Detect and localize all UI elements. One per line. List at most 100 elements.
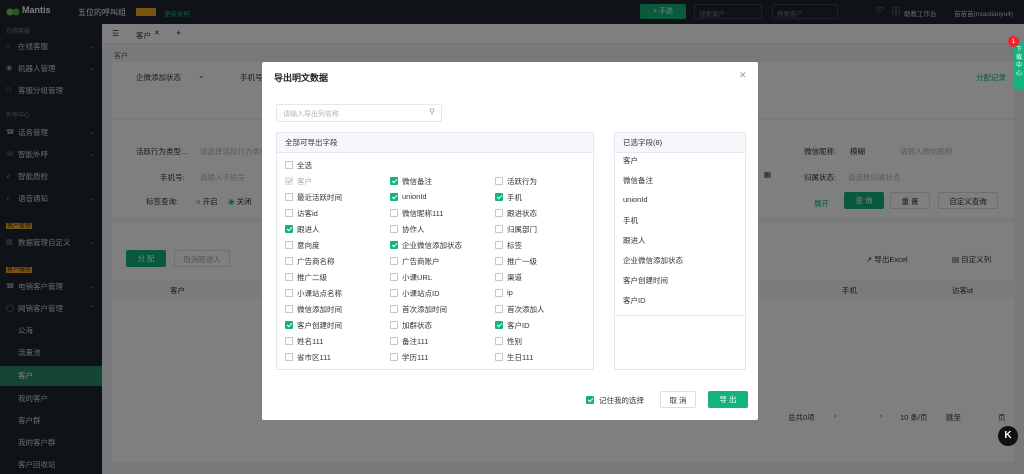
field-option[interactable]: 推广一级	[495, 253, 595, 269]
remember-label: 记住我的选择	[599, 396, 644, 405]
field-label: 省市区111	[297, 353, 331, 362]
field-option[interactable]: 活跃行为	[495, 173, 595, 189]
field-option[interactable]: 跟进状态	[495, 205, 595, 221]
field-label: 学历111	[402, 353, 429, 362]
select-all-checkbox[interactable]	[285, 161, 293, 169]
k-floating-icon[interactable]: K	[998, 426, 1018, 446]
field-option[interactable]: unionId	[390, 189, 490, 205]
field-option[interactable]: 省市区111	[285, 349, 385, 365]
field-checkbox[interactable]	[495, 321, 503, 329]
select-all-row[interactable]: 全选	[277, 157, 593, 173]
field-search-input[interactable]: 请输入导出列名称 ⚲	[276, 104, 442, 122]
field-label: 备注111	[402, 337, 429, 346]
field-option[interactable]: 标签	[495, 237, 595, 253]
field-checkbox[interactable]	[495, 353, 503, 361]
field-checkbox[interactable]	[285, 193, 293, 201]
field-checkbox[interactable]	[390, 305, 398, 313]
field-checkbox[interactable]	[495, 241, 503, 249]
field-checkbox[interactable]	[285, 225, 293, 233]
field-option[interactable]: 渠道	[495, 269, 595, 285]
field-checkbox[interactable]	[390, 193, 398, 201]
download-center-tab[interactable]: 下载中心	[1014, 42, 1024, 90]
cancel-button[interactable]: 取 消	[660, 391, 696, 408]
field-option[interactable]: 首次添加人	[495, 301, 595, 317]
selected-field-item[interactable]: unionId	[623, 195, 648, 204]
field-label: 客户创建时间	[297, 321, 342, 330]
field-option[interactable]: 客户创建时间	[285, 317, 385, 333]
field-checkbox[interactable]	[495, 225, 503, 233]
field-checkbox[interactable]	[285, 273, 293, 281]
field-option[interactable]: 备注111	[390, 333, 490, 349]
field-option[interactable]: 协作人	[390, 221, 490, 237]
field-checkbox[interactable]	[495, 177, 503, 185]
field-option[interactable]: 生日111	[495, 349, 595, 365]
field-option[interactable]: 加群状态	[390, 317, 490, 333]
field-checkbox[interactable]	[285, 337, 293, 345]
field-checkbox[interactable]	[390, 225, 398, 233]
field-checkbox[interactable]	[495, 305, 503, 313]
selected-field-item[interactable]: 客户创建时间	[623, 275, 668, 286]
field-option[interactable]: 广告商账户	[390, 253, 490, 269]
selected-field-item[interactable]: 微信备注	[623, 175, 653, 186]
field-option[interactable]: ip	[495, 285, 595, 301]
field-label: 客户	[297, 177, 312, 186]
field-option[interactable]: 微信备注	[390, 173, 490, 189]
field-option[interactable]: 小课URL	[390, 269, 490, 285]
field-label: 企业微信添加状态	[402, 241, 462, 250]
field-option[interactable]: 客户	[285, 173, 385, 189]
field-checkbox[interactable]	[285, 289, 293, 297]
field-option[interactable]: 归属部门	[495, 221, 595, 237]
close-icon[interactable]: ✕	[739, 70, 747, 81]
field-checkbox[interactable]	[390, 209, 398, 217]
field-label: ip	[507, 288, 513, 297]
field-option[interactable]: 推广二级	[285, 269, 385, 285]
field-option[interactable]: 手机	[495, 189, 595, 205]
field-checkbox[interactable]	[495, 289, 503, 297]
field-checkbox[interactable]	[495, 337, 503, 345]
field-option[interactable]: 跟进人	[285, 221, 385, 237]
field-option[interactable]: 学历111	[390, 349, 490, 365]
field-checkbox[interactable]	[285, 257, 293, 265]
field-option[interactable]: 客户ID	[495, 317, 595, 333]
field-checkbox[interactable]	[390, 273, 398, 281]
field-option[interactable]: 最近活跃时间	[285, 189, 385, 205]
field-checkbox[interactable]	[495, 273, 503, 281]
field-checkbox[interactable]	[285, 353, 293, 361]
field-checkbox[interactable]	[285, 305, 293, 313]
field-checkbox[interactable]	[390, 353, 398, 361]
field-option[interactable]: 性别	[495, 333, 595, 349]
selected-field-item[interactable]: 手机	[623, 215, 638, 226]
field-checkbox[interactable]	[285, 241, 293, 249]
field-label: 访客id	[297, 209, 318, 218]
field-checkbox[interactable]	[495, 209, 503, 217]
field-checkbox[interactable]	[390, 337, 398, 345]
field-option[interactable]: 姓名111	[285, 333, 385, 349]
field-option[interactable]: 小课站点ID	[390, 285, 490, 301]
field-checkbox[interactable]	[390, 177, 398, 185]
field-label: 跟进人	[297, 225, 320, 234]
field-option[interactable]: 访客id	[285, 205, 385, 221]
field-option[interactable]: 首次添加时间	[390, 301, 490, 317]
export-button[interactable]: 导 出	[708, 391, 748, 408]
remember-checkbox[interactable]	[586, 396, 594, 404]
selected-field-item[interactable]: 跟进人	[623, 235, 646, 246]
field-option[interactable]: 微信昵称111	[390, 205, 490, 221]
field-checkbox[interactable]	[495, 257, 503, 265]
field-option[interactable]: 企业微信添加状态	[390, 237, 490, 253]
field-option[interactable]: 广告商名称	[285, 253, 385, 269]
selected-field-item[interactable]: 客户ID	[623, 295, 646, 306]
field-checkbox[interactable]	[390, 257, 398, 265]
field-checkbox[interactable]	[495, 193, 503, 201]
selected-field-item[interactable]: 客户	[623, 155, 638, 166]
field-label: 协作人	[402, 225, 425, 234]
field-checkbox[interactable]	[390, 321, 398, 329]
field-checkbox[interactable]	[390, 241, 398, 249]
field-checkbox[interactable]	[285, 321, 293, 329]
field-option[interactable]: 微信添加时间	[285, 301, 385, 317]
field-label: unionId	[402, 192, 427, 201]
field-checkbox[interactable]	[390, 289, 398, 297]
field-option[interactable]: 小课站点名称	[285, 285, 385, 301]
field-checkbox[interactable]	[285, 209, 293, 217]
field-option[interactable]: 意向度	[285, 237, 385, 253]
selected-field-item[interactable]: 企业微信添加状态	[623, 255, 683, 266]
